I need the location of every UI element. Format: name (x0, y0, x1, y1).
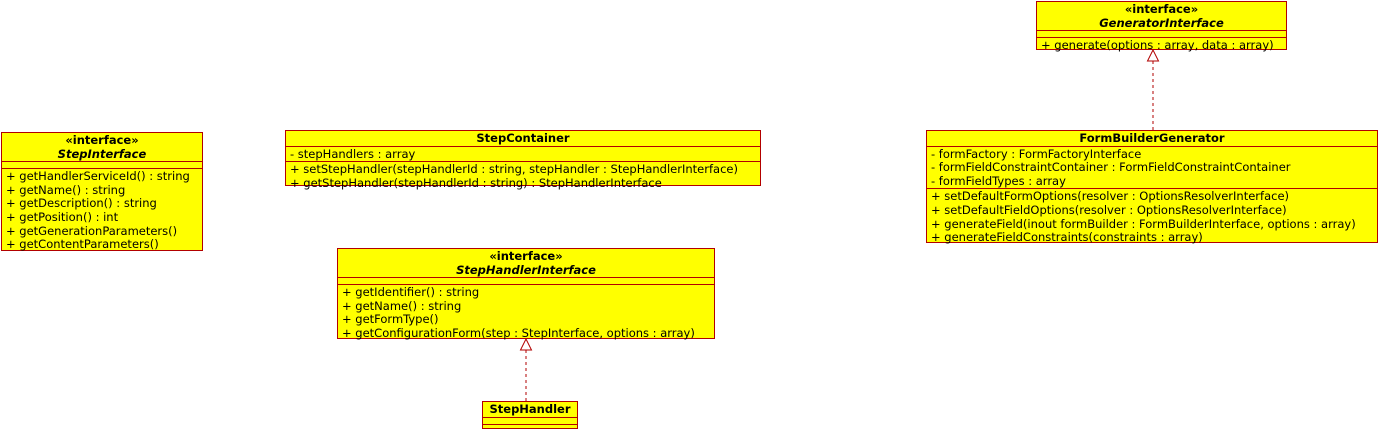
realization-arrowhead (1146, 48, 1160, 62)
realization-stephandler-to-stephandlerinterface (519, 337, 533, 401)
realization-formbuildergenerator-to-generatorinterface (1146, 48, 1160, 130)
relations-layer (519, 48, 1160, 401)
realization-arrowhead (519, 337, 533, 351)
